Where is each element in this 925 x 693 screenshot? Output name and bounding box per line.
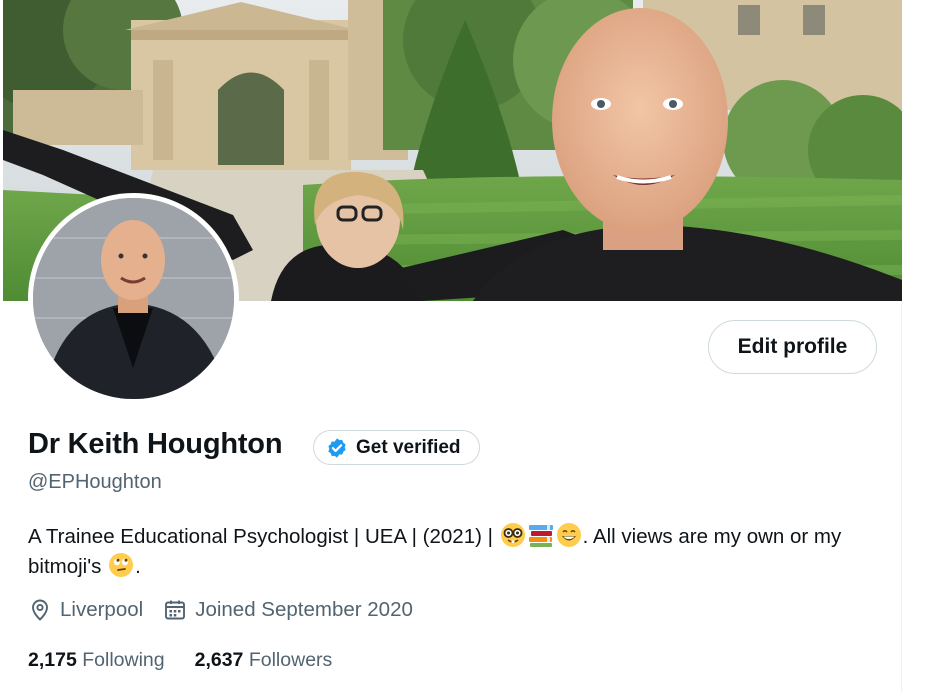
followers-count: 2,637 xyxy=(194,649,244,671)
profile-meta: Liverpool Joined September 2020 xyxy=(28,598,433,622)
profile-page: Edit profile Dr Keith Houghton Get verif… xyxy=(0,0,902,693)
profile-avatar[interactable] xyxy=(28,193,239,404)
nerd-face-emoji xyxy=(500,522,526,548)
followers-label: Followers xyxy=(248,649,333,671)
location-label: Liverpool xyxy=(60,598,144,621)
grinning-face-emoji xyxy=(556,522,582,548)
followers-link[interactable]: 2,637 Followers xyxy=(195,649,333,672)
get-verified-label: Get verified xyxy=(356,436,461,458)
following-count: 2,175 xyxy=(28,649,77,671)
verified-badge-icon xyxy=(326,437,348,459)
bio-text: . xyxy=(135,555,141,578)
profile-handle: @EPHoughton xyxy=(28,471,162,493)
bio-text: A Trainee Educational Psychologist | UEA… xyxy=(28,525,499,548)
calendar-icon xyxy=(163,598,187,622)
profile-display-name: Dr Keith Houghton xyxy=(28,428,283,460)
books-emoji xyxy=(528,522,554,548)
following-label: Following xyxy=(82,649,165,671)
get-verified-button[interactable]: Get verified xyxy=(313,430,480,465)
joined-label: Joined September 2020 xyxy=(195,598,413,621)
following-link[interactable]: 2,175 Following xyxy=(28,649,165,672)
location-pin-icon xyxy=(28,598,52,622)
profile-joined-date: Joined September 2020 xyxy=(163,598,413,622)
avatar-photo xyxy=(33,198,234,399)
profile-location: Liverpool xyxy=(28,598,143,622)
face-with-rolling-eyes-emoji xyxy=(108,552,134,578)
profile-bio: A Trainee Educational Psychologist | UEA… xyxy=(28,522,878,582)
edit-profile-button[interactable]: Edit profile xyxy=(708,320,877,374)
profile-stats: 2,175 Following 2,637 Followers xyxy=(28,649,362,672)
